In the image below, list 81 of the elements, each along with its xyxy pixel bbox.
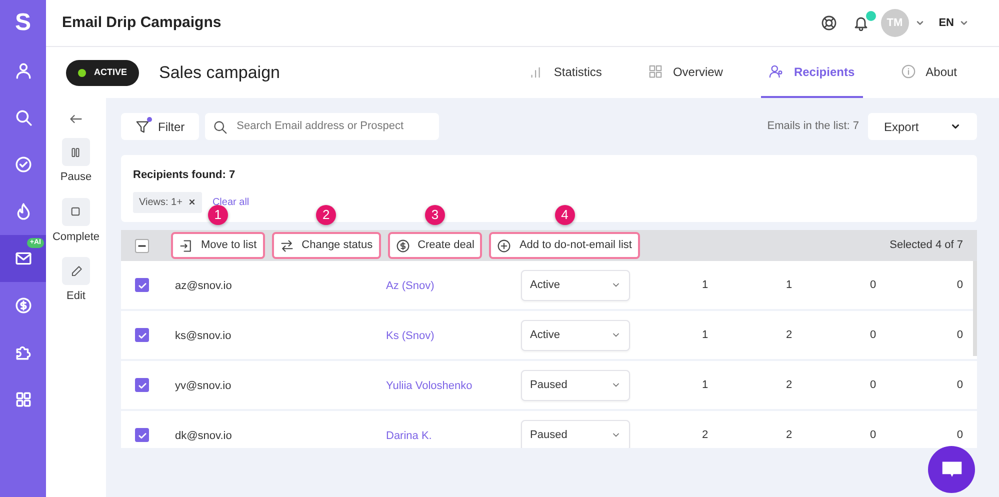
prospect-link[interactable]: Yuliia Voloshenko [386,380,472,392]
count-cell: 2 [702,428,708,441]
chat-button[interactable] [928,446,975,493]
help-icon [820,15,837,31]
status-select[interactable]: Paused [521,420,630,448]
bulk-action-button[interactable]: Change status [272,232,381,259]
recipients-found: Recipients found: 7 [133,168,236,183]
prospect-link[interactable]: Ks (Snov) [386,330,434,342]
tab[interactable]: About [892,47,965,98]
dollar-icon [14,297,32,314]
person-icon [14,62,32,79]
row-checkbox[interactable] [135,278,149,292]
count-cell: 0 [870,428,876,441]
count-cell: 0 [956,428,963,441]
count-cell: 1 [786,278,792,291]
emails-count: Emails in the list: 7 [767,119,859,134]
caret-icon [959,18,969,28]
status-select[interactable]: Active [521,270,630,300]
puzzle-icon [14,344,32,361]
check-circle-icon [14,156,32,173]
row-checkbox[interactable] [135,328,149,342]
page-title: Email Drip Campaigns [62,12,222,33]
info-icon [900,64,916,79]
count-cell: 0 [956,328,963,341]
selection-count: Selected 4 of 7 [890,238,963,254]
count-cell: 0 [870,328,876,341]
export-dropdown[interactable]: Export [868,113,977,140]
square-icon [69,205,82,218]
status-dot [78,68,86,76]
tab[interactable]: Statistics [520,47,610,98]
search-field[interactable]: Search Email address or Prospect [204,113,439,140]
search-icon [212,120,227,134]
logo[interactable]: S [14,0,31,47]
count-cell: 1 [702,278,708,291]
campaign-name: Sales campaign [159,62,280,84]
prospect-link[interactable]: Az (Snov) [386,280,434,292]
status-badge: ACTIVE [66,60,140,86]
bulk-action-button[interactable]: Create deal [388,232,482,259]
status-select[interactable]: Active [521,320,630,350]
count-cell: 0 [870,378,876,391]
count-cell: 0 [956,378,963,391]
flame-icon [14,203,32,220]
count-cell: 1 [702,328,708,341]
email-cell: dk@snov.io [175,430,232,442]
swap-icon [280,238,294,252]
email-cell: az@snov.io [175,280,232,292]
people-icon [768,64,784,79]
close-icon [188,198,196,206]
count-cell: 2 [786,378,792,391]
language-selector[interactable]: EN [938,14,954,32]
pencil-icon [70,264,82,278]
filter-chip[interactable]: Views: 1+ [133,192,202,212]
tiles-icon [648,64,663,79]
grid-icon [14,391,32,408]
filter-button[interactable]: Filter [121,113,199,140]
dollar-icon [396,238,410,252]
search-input[interactable]: Search Email address or Prospect [234,117,431,136]
count-cell: 0 [870,278,876,291]
move-icon [179,238,193,252]
tab[interactable]: Overview [640,47,731,98]
bulk-action-button[interactable]: Move to list [171,232,265,259]
action-button[interactable]: Complete [52,198,100,245]
bell-icon [852,15,869,31]
back-arrow-icon [69,112,83,126]
email-cell: ks@snov.io [175,330,232,342]
count-cell: 2 [786,328,792,341]
caret-icon [914,18,925,28]
select-all-checkbox[interactable] [135,238,149,252]
row-checkbox[interactable] [135,428,149,442]
mail-icon [14,250,32,267]
search-icon [14,109,32,126]
count-cell: 1 [702,378,708,391]
bulk-action-button[interactable]: Add to do-not-email list [489,232,640,259]
count-cell: 2 [786,428,792,441]
row-checkbox[interactable] [135,378,149,392]
count-cell: 0 [956,278,963,291]
filter-icon [135,119,150,134]
prospect-link[interactable]: Darina K. [386,430,432,442]
email-cell: yv@snov.io [175,380,232,392]
plus-circle-icon [497,238,512,252]
status-select[interactable]: Paused [521,370,630,400]
